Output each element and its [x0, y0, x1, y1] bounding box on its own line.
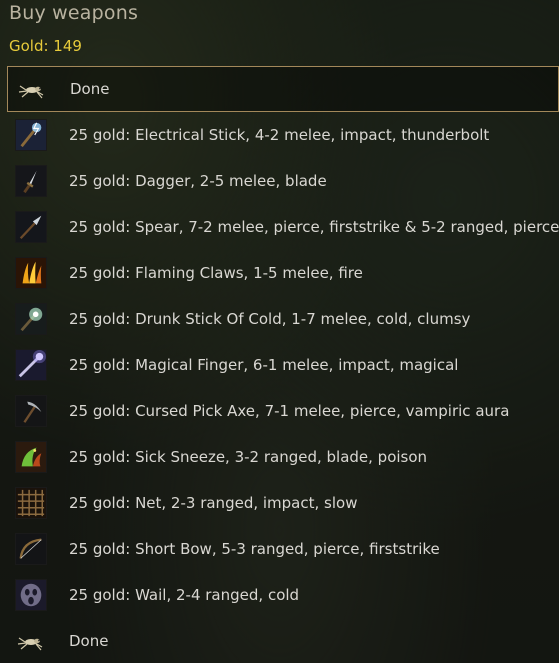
spider-icon [15, 625, 47, 657]
option-label: 25 gold: Drunk Stick Of Cold, 1-7 melee,… [69, 310, 471, 328]
option-label: 25 gold: Dagger, 2-5 melee, blade [69, 172, 327, 190]
spider-icon [16, 73, 48, 105]
dagger-icon [15, 165, 47, 197]
spear-icon [15, 211, 47, 243]
option-label: 25 gold: Flaming Claws, 1-5 melee, fire [69, 264, 363, 282]
electrical-stick-icon [15, 119, 47, 151]
option-wail[interactable]: 25 gold: Wail, 2-4 ranged, cold [7, 572, 559, 618]
option-list: Done 25 gold: Electrical Stick, 4-2 mele… [7, 66, 559, 663]
sneeze-icon [15, 441, 47, 473]
option-flaming-claws[interactable]: 25 gold: Flaming Claws, 1-5 melee, fire [7, 250, 559, 296]
option-label: 25 gold: Cursed Pick Axe, 7-1 melee, pie… [69, 402, 510, 420]
option-label: 25 gold: Sick Sneeze, 3-2 ranged, blade,… [69, 448, 428, 466]
option-label: 25 gold: Net, 2-3 ranged, impact, slow [69, 494, 358, 512]
option-done-bottom[interactable]: Done [7, 618, 559, 663]
bow-icon [15, 533, 47, 565]
dialog-title: Buy weapons [9, 2, 139, 24]
option-label: 25 gold: Wail, 2-4 ranged, cold [69, 586, 300, 604]
pick-axe-icon [15, 395, 47, 427]
option-dagger[interactable]: 25 gold: Dagger, 2-5 melee, blade [7, 158, 559, 204]
option-short-bow[interactable]: 25 gold: Short Bow, 5-3 ranged, pierce, … [7, 526, 559, 572]
option-label: 25 gold: Short Bow, 5-3 ranged, pierce, … [69, 540, 440, 558]
wail-icon [15, 579, 47, 611]
gold-amount: Gold: 149 [9, 37, 82, 55]
option-electrical-stick[interactable]: 25 gold: Electrical Stick, 4-2 melee, im… [7, 112, 559, 158]
option-label: 25 gold: Magical Finger, 6-1 melee, impa… [69, 356, 459, 374]
flaming-claws-icon [15, 257, 47, 289]
option-net[interactable]: 25 gold: Net, 2-3 ranged, impact, slow [7, 480, 559, 526]
magical-finger-icon [15, 349, 47, 381]
buy-weapons-dialog: Buy weapons Gold: 149 Done 25 gold: Elec… [0, 0, 559, 663]
option-label: Done [70, 80, 110, 98]
option-drunk-stick-of-cold[interactable]: 25 gold: Drunk Stick Of Cold, 1-7 melee,… [7, 296, 559, 342]
option-done-top[interactable]: Done [7, 66, 559, 112]
option-label: 25 gold: Electrical Stick, 4-2 melee, im… [69, 126, 490, 144]
option-spear[interactable]: 25 gold: Spear, 7-2 melee, pierce, first… [7, 204, 559, 250]
option-sick-sneeze[interactable]: 25 gold: Sick Sneeze, 3-2 ranged, blade,… [7, 434, 559, 480]
cold-stick-icon [15, 303, 47, 335]
option-label: 25 gold: Spear, 7-2 melee, pierce, first… [69, 218, 559, 236]
option-magical-finger[interactable]: 25 gold: Magical Finger, 6-1 melee, impa… [7, 342, 559, 388]
net-icon [15, 487, 47, 519]
option-label: Done [69, 632, 109, 650]
option-cursed-pick-axe[interactable]: 25 gold: Cursed Pick Axe, 7-1 melee, pie… [7, 388, 559, 434]
